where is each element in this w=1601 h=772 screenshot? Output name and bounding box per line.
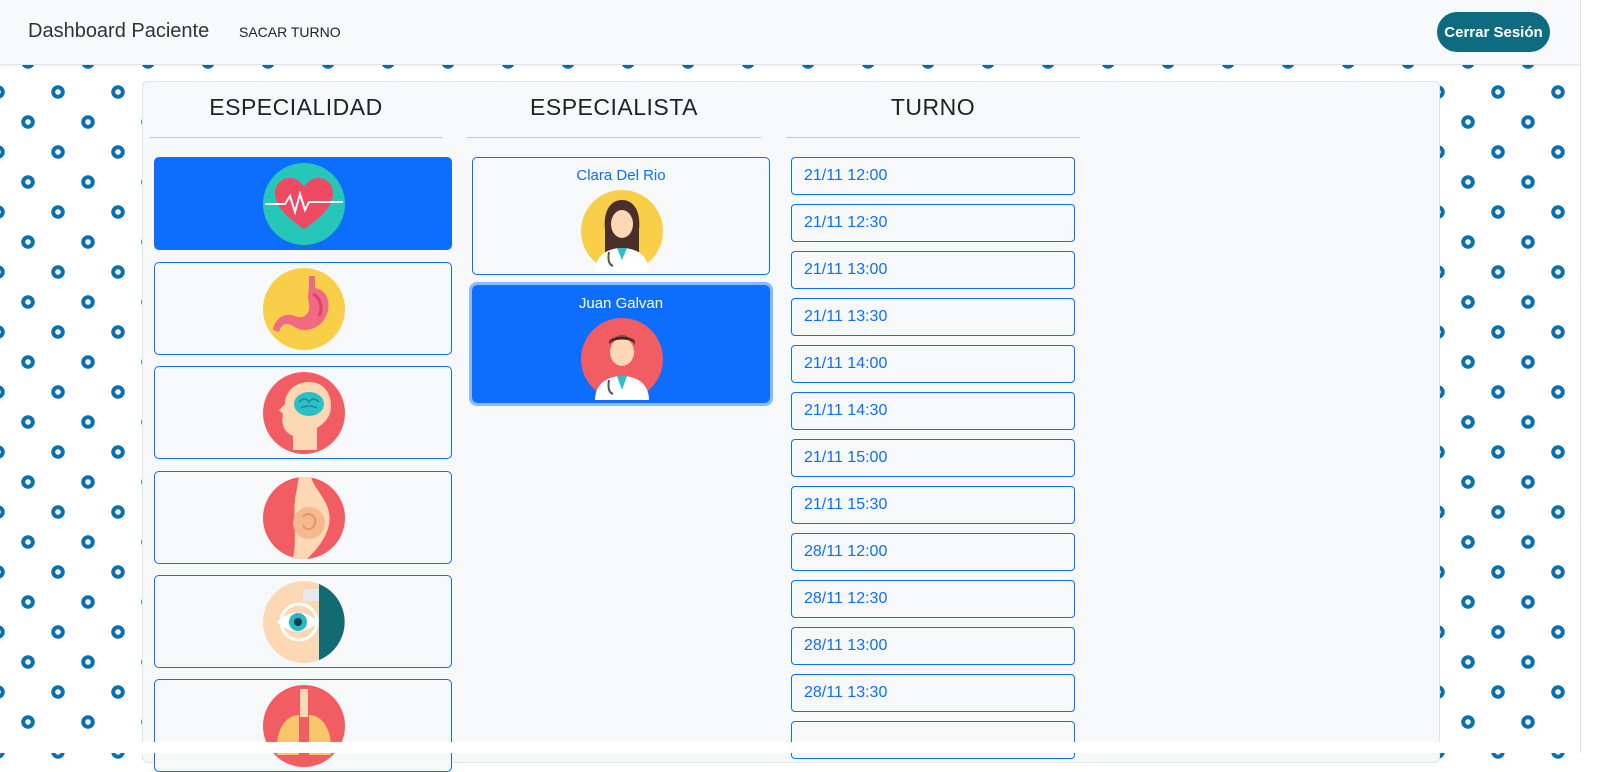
brain-head-icon [263, 372, 345, 454]
eye-exam-icon [263, 581, 345, 663]
slot-button[interactable]: 21/11 12:00 [791, 157, 1075, 195]
brand-title: Dashboard Paciente [28, 20, 210, 42]
booking-panel: ESPECIALIDAD ESPECIALISTA Clara Del Rio … [142, 81, 1440, 772]
pregnancy-icon [263, 477, 345, 559]
male-doctor-icon [581, 318, 663, 400]
specialty-card-neurology[interactable] [154, 366, 452, 459]
slot-button[interactable] [791, 721, 1075, 759]
slot-title: TURNO [890, 94, 976, 120]
logout-button[interactable]: Cerrar Sesión [1437, 12, 1550, 52]
specialist-title: ESPECIALISTA [530, 94, 698, 120]
specialty-card-pulmonology[interactable] [154, 679, 452, 772]
slot-button[interactable]: 21/11 14:30 [791, 392, 1075, 430]
stomach-icon [263, 268, 345, 350]
divider [467, 137, 761, 138]
slot-button[interactable]: 21/11 14:00 [791, 345, 1075, 383]
slot-button[interactable]: 21/11 13:00 [791, 251, 1075, 289]
slot-button[interactable]: 28/11 13:30 [791, 674, 1075, 712]
specialist-name: Juan Galvan [578, 295, 664, 312]
slot-button[interactable]: 21/11 15:30 [791, 486, 1075, 524]
divider [786, 137, 1080, 138]
specialty-card-ophthalmology[interactable] [154, 575, 452, 668]
specialty-card-obstetrics[interactable] [154, 471, 452, 564]
specialty-title: ESPECIALIDAD [209, 94, 383, 120]
slot-button[interactable]: 28/11 12:30 [791, 580, 1075, 618]
specialty-card-cardiology[interactable] [154, 157, 452, 250]
nav-link-sacar-turno[interactable]: SACAR TURNO [239, 24, 341, 40]
slot-button[interactable]: 28/11 12:00 [791, 533, 1075, 571]
slot-button[interactable]: 28/11 13:00 [791, 627, 1075, 665]
navbar: Dashboard Paciente SACAR TURNO Cerrar Se… [0, 0, 1580, 65]
specialist-card[interactable]: Clara Del Rio [472, 157, 770, 275]
slot-button[interactable]: 21/11 15:00 [791, 439, 1075, 477]
specialist-card[interactable]: Juan Galvan [469, 282, 773, 406]
lungs-icon [263, 685, 345, 767]
divider [149, 137, 443, 138]
female-doctor-icon [581, 190, 663, 272]
slot-button[interactable]: 21/11 13:30 [791, 298, 1075, 336]
slot-button[interactable]: 21/11 12:30 [791, 204, 1075, 242]
specialty-card-gastro[interactable] [154, 262, 452, 355]
cardiology-heart-icon [263, 163, 345, 245]
specialist-name: Clara Del Rio [576, 167, 666, 184]
window-edge [1580, 0, 1601, 753]
page-bottom-edge [0, 742, 1580, 753]
